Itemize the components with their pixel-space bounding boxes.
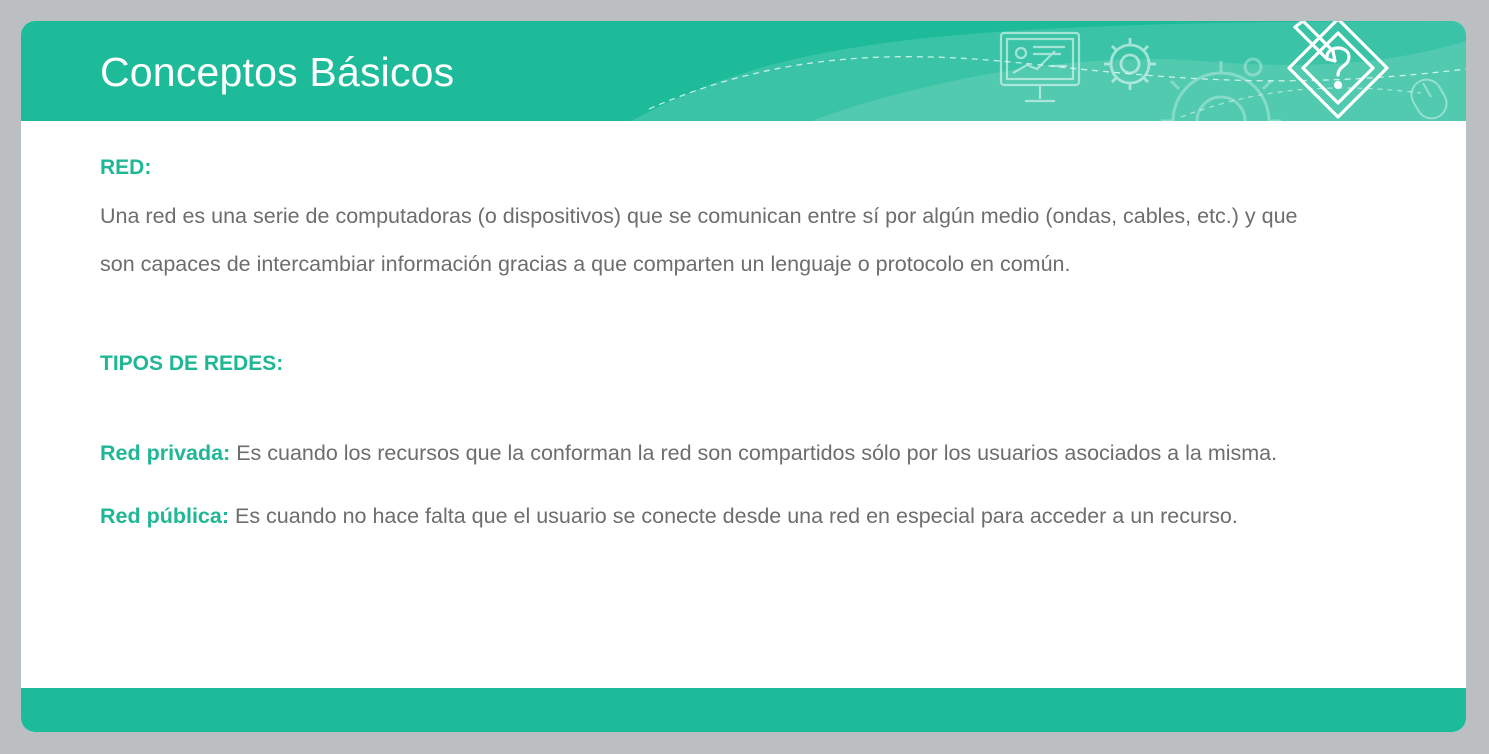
slide-header: Conceptos Básicos (21, 21, 1466, 121)
term-red-privada: Red privada: (100, 441, 231, 465)
red-definition: Una red es una serie de computadoras (o … (100, 204, 1298, 276)
section-heading-red: RED: (100, 156, 152, 179)
slide-title: Conceptos Básicos (100, 49, 455, 95)
slide: Conceptos Básicos RED: Una red es una se… (21, 21, 1466, 732)
slide-footer-bar (21, 688, 1466, 732)
term-red-publica: Red pública: (100, 504, 230, 528)
description-red-privada: Es cuando los recursos que la conforman … (230, 441, 1278, 465)
section-heading-tipos: TIPOS DE REDES: (100, 352, 284, 375)
description-red-publica: Es cuando no hace falta que el usuario s… (229, 504, 1238, 528)
list-item-red-publica: Red pública: Es cuando no hace falta que… (100, 500, 1320, 532)
list-item-red-privada: Red privada: Es cuando los recursos que … (100, 437, 1320, 469)
slide-content: RED: Una red es una serie de computadora… (100, 154, 1320, 532)
pencil-puzzle-icon (1287, 21, 1389, 119)
